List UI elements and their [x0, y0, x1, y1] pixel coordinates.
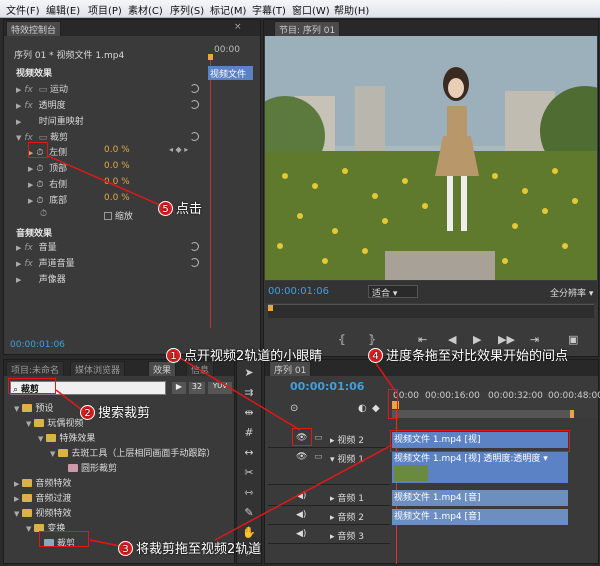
annotation-arrows — [47, 155, 397, 547]
callout-4: 4 进度条拖至对比效果开始的间点 — [368, 345, 568, 364]
callout-1: 1 点开视频2轨道的小眼睛 — [166, 345, 322, 364]
callout-5: 5 点击 — [158, 198, 202, 217]
callout-2: 2 搜索裁剪 — [80, 402, 150, 421]
callout-3: 3 将裁剪拖至视频2轨道 — [118, 538, 261, 557]
